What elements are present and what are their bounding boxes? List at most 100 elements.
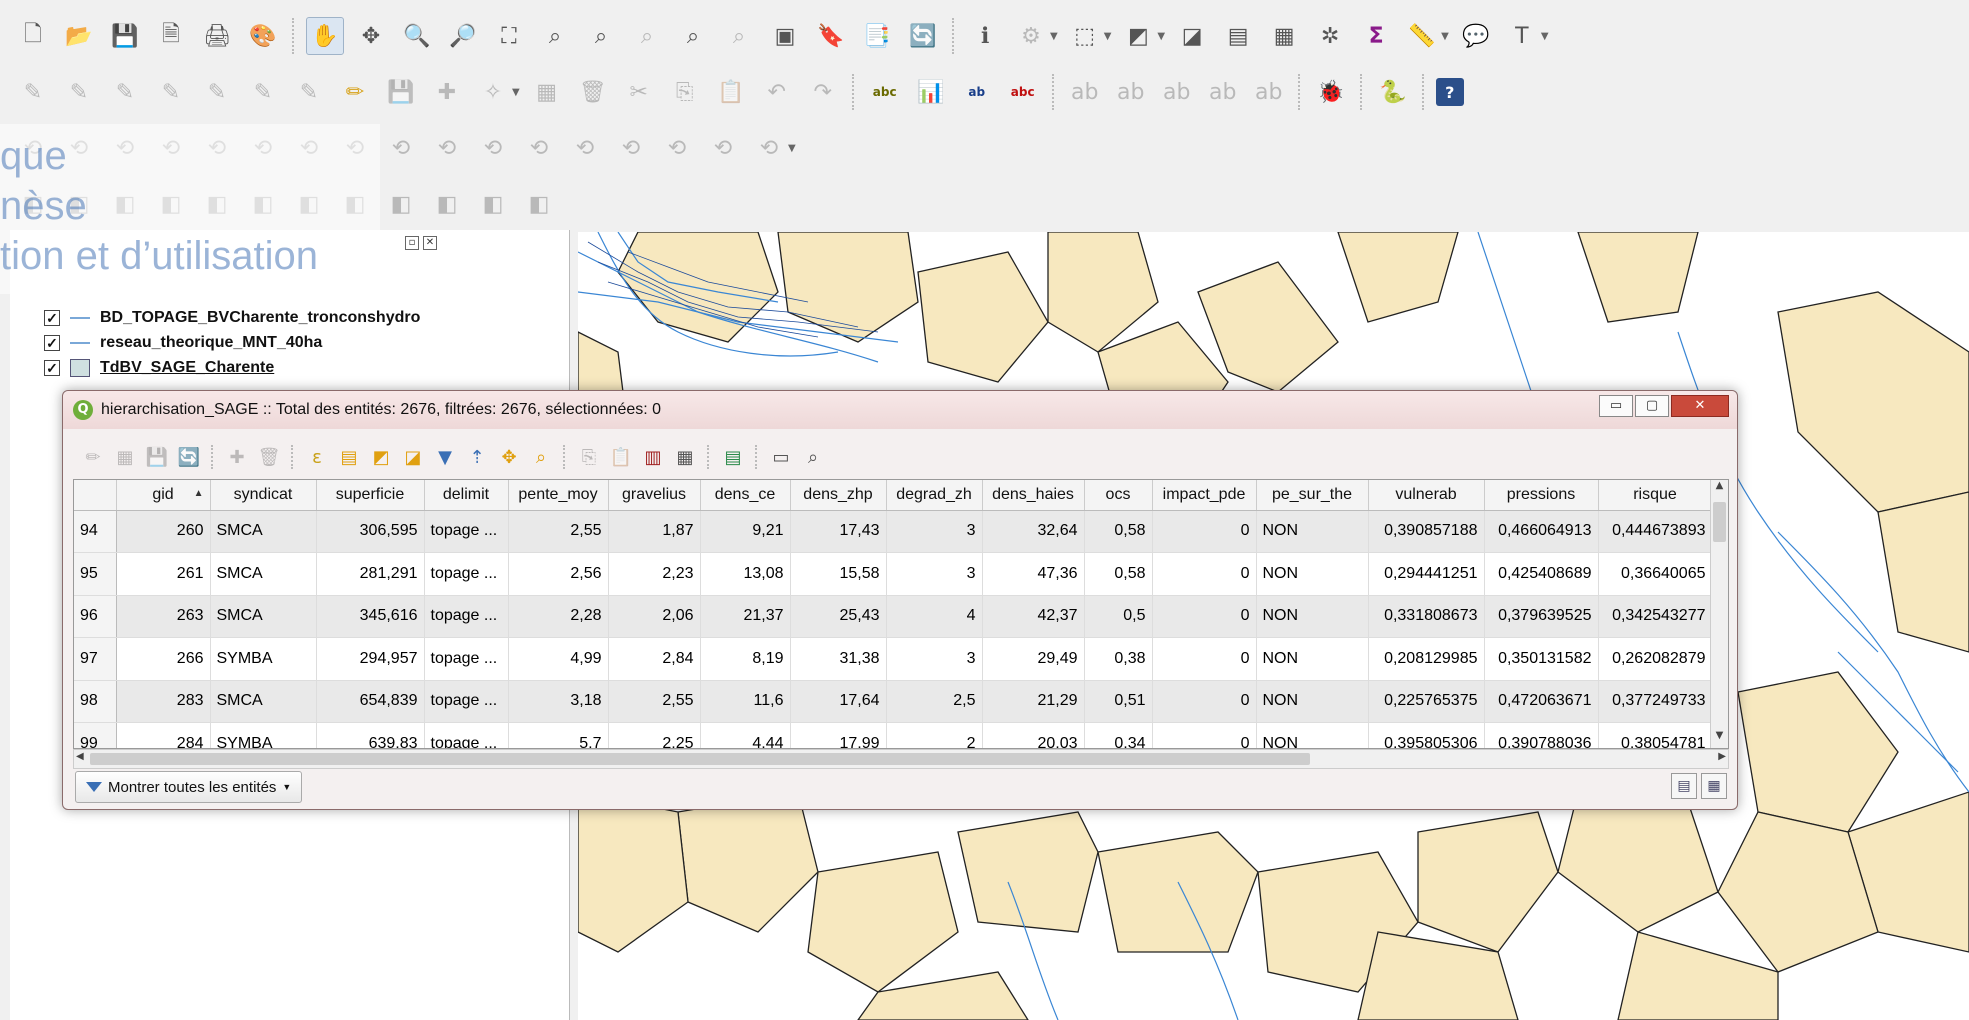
move-label-icon[interactable]: ab <box>1158 73 1196 111</box>
copy-icon[interactable]: ⎘ <box>666 73 704 111</box>
chevron-down-icon[interactable]: ▼ <box>1050 31 1058 42</box>
table-cell[interactable]: 266 <box>116 637 211 681</box>
filter-select-icon[interactable]: ▼ <box>431 443 459 471</box>
advanced-edit-icon[interactable]: ⟲ <box>520 129 558 167</box>
table-cell[interactable]: NON <box>1256 722 1369 748</box>
deselect-all-icon[interactable]: ◪ <box>399 443 427 471</box>
table-cell[interactable]: SYMBA <box>210 722 317 748</box>
multi-edit-icon[interactable]: ▦ <box>111 443 139 471</box>
toggle-editing-pencil-icon[interactable]: ✏ <box>336 73 374 111</box>
table-cell[interactable]: 260 <box>116 510 211 553</box>
snapping-icon[interactable]: ◧ <box>474 185 512 223</box>
table-cell[interactable]: 9,21 <box>700 510 791 553</box>
scroll-left-icon[interactable]: ◀ <box>76 751 84 762</box>
table-cell[interactable]: 5,7 <box>508 722 609 748</box>
snapping-icon[interactable]: ◧ <box>428 185 466 223</box>
table-cell[interactable]: 2,55 <box>608 680 701 723</box>
float-panel-icon[interactable]: ▫ <box>405 236 419 250</box>
advanced-edit-icon[interactable]: ⟲ <box>612 129 650 167</box>
table-cell[interactable]: 2,55 <box>508 510 609 553</box>
table-cell[interactable]: 31,38 <box>790 637 887 681</box>
vertical-scrollbar[interactable]: ▲ ▼ <box>1710 480 1728 748</box>
show-hide-labels-icon[interactable]: ab <box>1112 73 1150 111</box>
scroll-thumb[interactable] <box>1713 502 1726 542</box>
table-cell[interactable]: 17,43 <box>790 510 887 553</box>
advanced-edit-icon[interactable]: ⟲ <box>658 129 696 167</box>
chevron-down-icon[interactable]: ▼ <box>1441 31 1449 42</box>
minimize-icon[interactable]: ▭ <box>1599 395 1633 417</box>
table-cell[interactable]: 4,44 <box>700 722 791 748</box>
save-project-icon[interactable]: 💾 <box>106 17 144 55</box>
table-cell[interactable]: 294,957 <box>316 637 425 681</box>
table-cell[interactable]: 20,03 <box>982 722 1085 748</box>
select-all-icon[interactable]: ▤ <box>335 443 363 471</box>
chevron-down-icon[interactable]: ▼ <box>1104 31 1112 42</box>
table-cell[interactable]: 0 <box>1152 722 1257 748</box>
corner-cell[interactable] <box>74 480 117 511</box>
maximize-icon[interactable]: ▢ <box>1635 395 1669 417</box>
table-cell[interactable]: 32,64 <box>982 510 1085 553</box>
column-header-dens-ce[interactable]: dens_ce <box>700 480 791 511</box>
actions-icon[interactable]: ⌕ <box>799 443 827 471</box>
layer-edit-icon[interactable]: ✎ <box>290 73 328 111</box>
table-cell[interactable]: SYMBA <box>210 637 317 681</box>
table-cell[interactable]: 2 <box>886 722 983 748</box>
layer-item-reseau-theorique[interactable]: ✓ reseau_theorique_MNT_40ha <box>44 331 322 355</box>
pan-hand-icon[interactable]: ✋ <box>306 17 344 55</box>
table-row[interactable]: 97 266 SYMBA 294,957 topage ... 4,99 2,84 8,19 3… <box>74 637 1713 681</box>
scroll-up-icon[interactable]: ▲ <box>1711 480 1728 498</box>
layer-edit-icon[interactable]: ✎ <box>60 73 98 111</box>
table-cell[interactable]: 11,6 <box>700 680 791 723</box>
dialog-titlebar[interactable]: Q hierarchisation_SAGE :: Total des enti… <box>63 391 1737 429</box>
table-cell[interactable]: 17,64 <box>790 680 887 723</box>
column-header-pente-moy[interactable]: pente_moy <box>508 480 609 511</box>
table-cell[interactable]: NON <box>1256 510 1369 553</box>
layer-edit-icon[interactable]: ✎ <box>14 73 52 111</box>
table-cell[interactable]: 4,99 <box>508 637 609 681</box>
table-cell[interactable]: 0,5 <box>1084 595 1153 638</box>
redo-icon[interactable]: ↷ <box>804 73 842 111</box>
statistics-sigma-icon[interactable]: Σ <box>1357 17 1395 55</box>
refresh-icon[interactable]: 🔄 <box>904 17 942 55</box>
snapping-icon[interactable]: ◧ <box>382 185 420 223</box>
table-cell[interactable]: 0,390857188 <box>1368 510 1485 553</box>
layer-checkbox[interactable]: ✓ <box>44 360 60 376</box>
snapping-icon[interactable]: ◧ <box>520 185 558 223</box>
table-cell[interactable]: topage ... <box>424 637 509 681</box>
label-highlight-icon[interactable]: abc <box>1004 73 1042 111</box>
table-cell[interactable]: 284 <box>116 722 211 748</box>
label-toolbar-icon[interactable]: abc <box>866 73 904 111</box>
table-cell[interactable]: 0,342543277 <box>1598 595 1713 638</box>
paste-icon[interactable]: 📋 <box>712 73 750 111</box>
rotate-label-icon[interactable]: ab <box>1204 73 1242 111</box>
table-cell[interactable]: 0,390788036 <box>1484 722 1599 748</box>
table-cell[interactable]: 0,472063671 <box>1484 680 1599 723</box>
add-feature-icon[interactable]: ✚ <box>428 73 466 111</box>
table-row[interactable]: 95 261 SMCA 281,291 topage ... 2,56 2,23 13,08 1… <box>74 552 1713 596</box>
column-header-degrad-zh[interactable]: degrad_zh <box>886 480 983 511</box>
table-cell[interactable]: SMCA <box>210 510 317 553</box>
table-cell[interactable]: 0,331808673 <box>1368 595 1485 638</box>
show-all-features-button[interactable]: Montrer toutes les entités ▼ <box>75 771 303 803</box>
pan-to-selection-icon[interactable]: ✥ <box>352 17 390 55</box>
plugin-manager-icon[interactable]: 🐞 <box>1312 73 1350 111</box>
dock-table-icon[interactable]: ▭ <box>767 443 795 471</box>
open-project-icon[interactable]: 📂 <box>60 17 98 55</box>
vertex-tool-icon[interactable]: ✧ <box>474 73 512 111</box>
table-cell[interactable]: 306,595 <box>316 510 425 553</box>
diagram-icon[interactable]: 📊 <box>912 73 950 111</box>
run-action-icon[interactable]: ⚙ <box>1012 17 1050 55</box>
toggle-editing-icon[interactable]: ✏ <box>79 443 107 471</box>
change-label-icon[interactable]: ab <box>1250 73 1288 111</box>
column-header-impact-pde[interactable]: impact_pde <box>1152 480 1257 511</box>
print-layout-icon[interactable]: 🖨 <box>198 17 236 55</box>
table-cell[interactable]: 0,225765375 <box>1368 680 1485 723</box>
zoom-out-icon[interactable]: 🔎 <box>444 17 482 55</box>
table-cell[interactable]: 2,5 <box>886 680 983 723</box>
layer-item-tronconshydro[interactable]: ✓ BD_TOPAGE_BVCharente_tronconshydro <box>44 306 420 330</box>
table-cell[interactable]: topage ... <box>424 510 509 553</box>
layer-edit-icon[interactable]: ✎ <box>198 73 236 111</box>
paste-rows-icon[interactable]: 📋 <box>607 443 635 471</box>
select-by-value-icon[interactable]: ◩ <box>1119 17 1157 55</box>
select-by-expression-icon[interactable]: ε <box>303 443 331 471</box>
